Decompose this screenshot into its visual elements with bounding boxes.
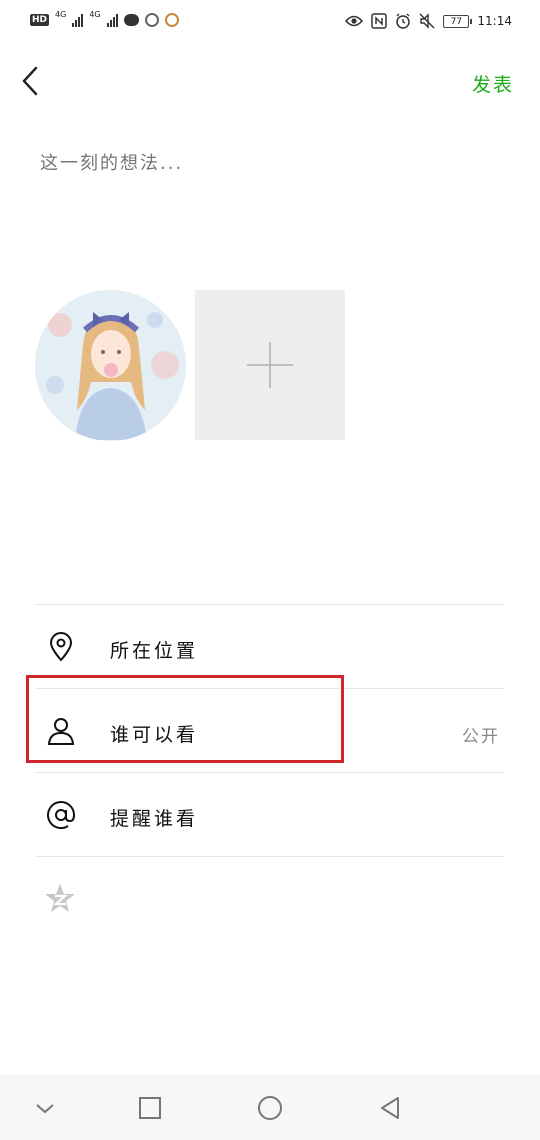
message-bubble-icon — [123, 14, 139, 26]
circle-icon — [258, 1096, 282, 1120]
status-right: 77 11:14 — [345, 13, 512, 29]
tiktok-icon — [144, 13, 159, 27]
nav-home-button[interactable] — [255, 1093, 285, 1123]
hd-badge: HD — [30, 14, 50, 26]
divider — [36, 604, 504, 605]
app-notification-icon — [164, 13, 179, 27]
back-arrow-icon — [22, 66, 38, 96]
visibility-label: 谁可以看 — [110, 724, 199, 746]
square-icon — [139, 1097, 161, 1119]
network-type-1: 4G — [55, 10, 67, 19]
selected-photo-thumbnail[interactable] — [35, 290, 186, 441]
divider — [36, 856, 504, 857]
publish-button[interactable]: 发表 — [472, 70, 514, 97]
nfc-icon — [371, 13, 388, 29]
qzone-share-toggle[interactable] — [44, 882, 76, 914]
at-sign-icon — [47, 801, 76, 829]
location-pin-icon — [49, 632, 73, 662]
status-left: HD 4G 4G — [30, 10, 179, 27]
divider — [36, 688, 504, 689]
nav-back-button[interactable] — [375, 1093, 405, 1123]
chevron-down-icon — [36, 1104, 54, 1114]
triangle-back-icon — [381, 1097, 399, 1119]
mention-row[interactable]: 提醒谁看 — [36, 774, 504, 856]
visibility-row[interactable]: 谁可以看 公开 — [36, 690, 504, 772]
divider — [36, 772, 504, 773]
system-navigation-bar — [0, 1075, 540, 1140]
add-photo-button[interactable] — [195, 290, 345, 440]
location-label: 所在位置 — [110, 640, 199, 662]
alarm-icon — [396, 13, 411, 29]
qzone-star-icon — [45, 884, 75, 912]
clock: 11:14 — [477, 14, 512, 28]
person-icon — [47, 718, 75, 745]
girl-illustration-image — [35, 290, 186, 441]
mute-icon — [419, 13, 435, 29]
back-button[interactable] — [14, 62, 48, 100]
signal-icon — [72, 13, 84, 27]
nav-hide-keyboard-button[interactable] — [30, 1093, 60, 1123]
status-bar: HD 4G 4G 77 11:14 — [0, 0, 540, 44]
mention-label: 提醒谁看 — [110, 808, 199, 830]
location-row[interactable]: 所在位置 — [36, 606, 504, 688]
battery-icon: 77 — [443, 14, 473, 28]
nav-recents-button[interactable] — [135, 1093, 165, 1123]
moment-text-input[interactable] — [38, 142, 512, 184]
network-type-2: 4G — [89, 10, 101, 19]
visibility-value: 公开 — [462, 727, 500, 747]
signal-icon-2 — [106, 13, 118, 27]
eye-icon — [345, 15, 364, 27]
